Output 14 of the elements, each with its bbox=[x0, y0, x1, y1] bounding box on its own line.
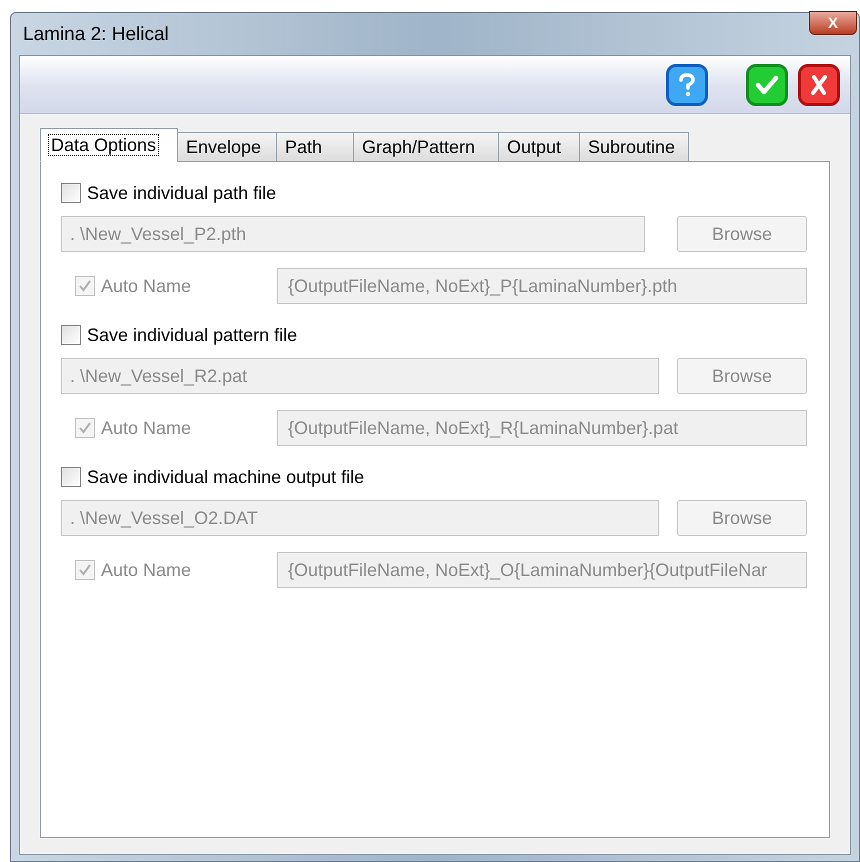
close-button[interactable]: X bbox=[809, 11, 857, 35]
tab[interactable]: Output bbox=[498, 132, 580, 162]
checkmark-icon bbox=[78, 279, 92, 293]
question-mark-button[interactable] bbox=[666, 64, 708, 106]
tab[interactable]: Envelope bbox=[177, 132, 277, 162]
checkmark-button[interactable] bbox=[746, 64, 788, 106]
checkmark-icon bbox=[78, 563, 92, 577]
tab[interactable]: Path bbox=[276, 132, 354, 162]
checkmark-icon bbox=[78, 421, 92, 435]
window-title: Lamina 2: Helical bbox=[23, 23, 169, 47]
tab[interactable]: Data Options bbox=[40, 128, 178, 162]
tab[interactable]: Subroutine bbox=[579, 132, 689, 162]
cross-button[interactable] bbox=[798, 64, 840, 106]
tab[interactable]: Graph/Pattern bbox=[353, 132, 499, 162]
